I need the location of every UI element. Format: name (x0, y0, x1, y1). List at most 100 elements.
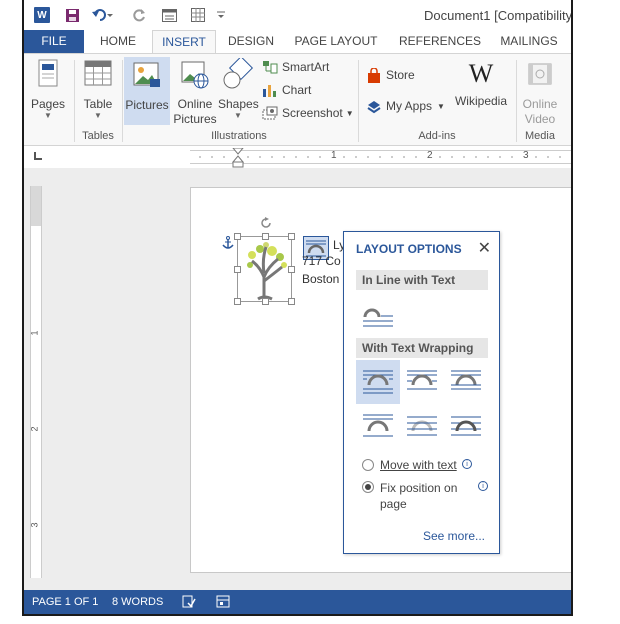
word-count-status[interactable]: 8 WORDS (112, 596, 163, 608)
ruler-ticks (199, 156, 561, 158)
info-icon[interactable]: i (478, 481, 488, 491)
table-label: Table (83, 97, 113, 111)
wikipedia-icon: W (468, 59, 494, 88)
screenshot-label: Screenshot (282, 106, 343, 120)
table-dropdown-icon: ▼ (94, 111, 102, 120)
pages-dropdown-icon: ▼ (44, 111, 52, 120)
rotate-handle-icon[interactable] (260, 217, 272, 232)
resize-handle[interactable] (288, 266, 295, 273)
tab-mailings[interactable]: MAILINGS (494, 30, 564, 53)
pages-icon (28, 58, 68, 93)
shapes-dropdown-icon: ▼ (234, 111, 242, 120)
ruler-mark-2: 2 (427, 150, 433, 161)
my-apps-label: My Apps (386, 99, 433, 113)
my-apps-icon (366, 99, 382, 114)
title-bar: W Document1 [Compatibility M (24, 0, 571, 30)
fix-position-option[interactable]: Fix position on page (362, 480, 457, 512)
proofing-icon[interactable] (182, 595, 196, 611)
table-button[interactable]: Table ▼ (76, 58, 120, 120)
move-with-text-option[interactable]: Move with text (362, 458, 457, 472)
resize-handle[interactable] (234, 298, 241, 305)
anchor-icon (222, 236, 234, 253)
separator (358, 60, 359, 142)
resize-handle[interactable] (288, 233, 295, 240)
group-label-media: Media (525, 130, 555, 142)
ribbon: Pages ▼ Table ▼ Tables Pictures Online P… (24, 53, 571, 146)
tree-picture[interactable] (234, 217, 295, 305)
pictures-label: Pictures (125, 98, 169, 112)
inline-with-text-header: In Line with Text (356, 270, 488, 290)
chart-label: Chart (282, 83, 312, 97)
resize-handle[interactable] (262, 233, 269, 240)
customize-qat-icon[interactable] (214, 5, 228, 25)
print-layout-icon[interactable] (159, 5, 179, 25)
tab-selector-icon[interactable] (34, 152, 42, 160)
save-icon[interactable] (62, 5, 82, 25)
ribbon-tabs: FILE HOME INSERT DESIGN PAGE LAYOUT REFE… (24, 30, 571, 54)
wrap-tight-icon[interactable] (400, 360, 444, 404)
chart-button[interactable]: Chart (262, 83, 311, 97)
ruler-row: 1 2 3 (24, 146, 571, 168)
resize-handle[interactable] (234, 233, 241, 240)
pages-label: Pages (30, 97, 66, 111)
smartart-button[interactable]: SmartArt (262, 60, 329, 74)
vruler-mark-2: 2 (29, 426, 40, 432)
shapes-button[interactable]: Shapes ▼ (218, 55, 259, 120)
my-apps-dropdown-icon: ▼ (437, 101, 445, 111)
online-pictures-button[interactable]: Online Pictures (172, 58, 218, 127)
wrap-through-icon[interactable] (444, 360, 488, 404)
resize-handle[interactable] (288, 298, 295, 305)
close-icon[interactable]: ✕ (478, 238, 491, 258)
separator (516, 60, 517, 142)
table-grid-icon[interactable] (188, 5, 208, 25)
wrap-behind-text-icon[interactable] (400, 404, 444, 448)
page-count-status[interactable]: PAGE 1 OF 1 (32, 596, 98, 608)
undo-icon[interactable] (90, 5, 116, 25)
horizontal-ruler[interactable]: 1 2 3 (190, 147, 571, 168)
word-logo-icon[interactable]: W (34, 7, 50, 23)
tab-references[interactable]: REFERENCES (392, 30, 488, 53)
wrap-in-front-icon[interactable] (444, 404, 488, 448)
see-more-link[interactable]: See more... (423, 529, 485, 543)
tab-file[interactable]: FILE (24, 30, 84, 53)
online-video-icon (518, 58, 562, 93)
macro-recording-icon[interactable] (216, 595, 230, 611)
pages-button[interactable]: Pages ▼ (28, 58, 68, 120)
tab-page-layout[interactable]: PAGE LAYOUT (288, 30, 384, 53)
fix-position-radio[interactable] (362, 481, 374, 493)
chart-icon (262, 83, 278, 97)
pictures-button[interactable]: Pictures (124, 57, 170, 125)
online-pictures-label-2: Pictures (173, 112, 217, 126)
resize-handle[interactable] (234, 266, 241, 273)
pictures-icon (124, 59, 170, 94)
smartart-label: SmartArt (282, 60, 330, 74)
screenshot-button[interactable]: Screenshot ▼ (262, 106, 354, 120)
store-label: Store (386, 68, 415, 82)
word-window: W Document1 [Compatibility M FILE HOME I… (22, 0, 573, 616)
resize-handle[interactable] (262, 298, 269, 305)
tab-home[interactable]: HOME (90, 30, 146, 53)
vruler-margin (31, 186, 41, 226)
tab-design[interactable]: DESIGN (222, 30, 280, 53)
fix-position-label: Fix position on page (380, 480, 457, 512)
my-apps-button[interactable]: My Apps ▼ (366, 99, 445, 114)
document-title: Document1 [Compatibility M (424, 8, 573, 23)
wrap-top-bottom-icon[interactable] (356, 404, 400, 448)
tree-image (247, 242, 287, 301)
status-bar: PAGE 1 OF 1 8 WORDS (24, 590, 571, 614)
layout-options-pane: LAYOUT OPTIONS ✕ In Line with Text With … (343, 231, 500, 554)
wrap-square-icon[interactable] (356, 360, 400, 404)
online-video-button[interactable]: Online Video (518, 58, 562, 127)
ruler-mark-3: 3 (523, 150, 529, 161)
store-icon (366, 67, 382, 83)
info-icon[interactable]: i (462, 459, 472, 469)
redo-icon[interactable] (130, 5, 148, 25)
move-with-text-radio[interactable] (362, 459, 374, 471)
group-label-tables: Tables (82, 130, 114, 142)
screenshot-icon (262, 106, 278, 120)
store-button[interactable]: Store (366, 67, 415, 83)
wrap-inline-icon[interactable] (356, 294, 400, 338)
tab-insert[interactable]: INSERT (152, 30, 216, 54)
vertical-ruler[interactable]: 1 2 3 (30, 186, 42, 578)
wikipedia-button[interactable]: W Wikipedia (448, 58, 514, 108)
